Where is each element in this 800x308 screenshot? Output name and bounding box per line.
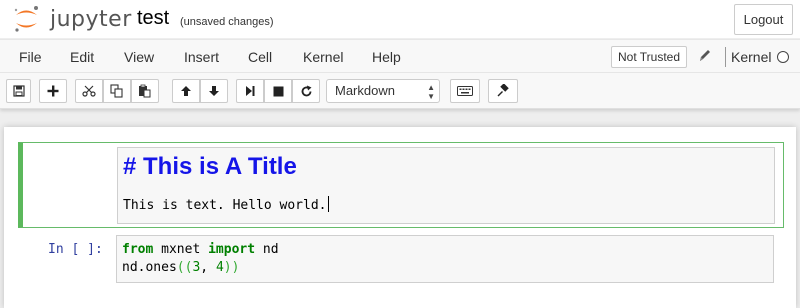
keyboard-shortcuts-button[interactable]	[450, 79, 480, 103]
toolbar: Markdown ▲ ▼	[0, 73, 800, 109]
stop-icon	[273, 86, 283, 96]
cut-button[interactable]	[75, 79, 103, 103]
input-prompt: In [ ]:	[48, 242, 103, 257]
markdown-text-line: This is text. Hello world.	[123, 196, 329, 213]
move-down-icon	[209, 86, 219, 96]
jupyter-logo-icon	[14, 6, 38, 32]
run-button[interactable]	[236, 79, 264, 103]
cell-type-select[interactable]: Markdown ▲ ▼	[326, 79, 440, 103]
menu-edit[interactable]: Edit	[70, 49, 94, 65]
move-down-button[interactable]	[200, 79, 228, 103]
markdown-text-content: This is text. Hello world.	[123, 198, 327, 213]
jupyter-logo-text: jupyter	[50, 7, 132, 32]
menu-view[interactable]: View	[124, 49, 154, 65]
logout-button[interactable]: Logout	[734, 4, 793, 35]
copy-button[interactable]	[103, 79, 131, 103]
code-cell[interactable]: In [ ]: from mxnet import nd nd.ones((3,…	[18, 233, 784, 287]
run-icon	[246, 86, 255, 96]
code-keyword-from: from	[122, 242, 154, 257]
code-comma: ,	[200, 260, 216, 275]
notebook-name[interactable]: test	[137, 7, 169, 30]
code-module-name: mxnet	[153, 242, 209, 257]
menubar-divider	[725, 47, 726, 67]
save-status: (unsaved changes)	[180, 16, 274, 28]
cut-icon	[82, 85, 96, 97]
notebook-container: # This is A Title This is text. Hello wo…	[4, 127, 796, 308]
menu-insert[interactable]: Insert	[184, 49, 219, 65]
menu-cell[interactable]: Cell	[248, 49, 272, 65]
insert-cell-button[interactable]	[39, 79, 67, 103]
menu-kernel[interactable]: Kernel	[303, 49, 343, 65]
markdown-editor[interactable]: # This is A Title This is text. Hello wo…	[117, 147, 775, 224]
interrupt-button[interactable]	[264, 79, 292, 103]
move-up-button[interactable]	[172, 79, 200, 103]
kernel-name: Kernel	[731, 49, 772, 65]
keyboard-icon	[457, 86, 473, 96]
code-import-name: nd	[255, 242, 279, 257]
add-cell-icon	[47, 85, 59, 97]
code-number-2: 4	[215, 260, 224, 275]
restart-button[interactable]	[292, 79, 320, 103]
not-trusted-button[interactable]: Not Trusted	[611, 46, 687, 68]
copy-icon	[110, 84, 123, 98]
paste-icon	[139, 84, 151, 98]
command-palette-icon	[497, 84, 509, 97]
markdown-cell[interactable]: # This is A Title This is text. Hello wo…	[18, 142, 784, 228]
menubar: File Edit View Insert Cell Kernel Help N…	[0, 39, 800, 73]
save-button[interactable]	[6, 79, 31, 103]
code-call: nd.ones	[122, 260, 177, 275]
code-editor[interactable]: from mxnet import nd nd.ones((3, 4))	[116, 235, 774, 283]
jupyter-logo[interactable]: jupyter	[12, 4, 131, 34]
header: jupyter test (unsaved changes) Logout	[0, 0, 800, 38]
text-cursor	[327, 196, 329, 212]
save-icon	[12, 85, 25, 97]
command-palette-button[interactable]	[488, 79, 518, 103]
select-arrows-icon: ▲ ▼	[427, 83, 435, 101]
pencil-icon[interactable]	[697, 47, 713, 65]
markdown-heading-line: # This is A Title	[123, 153, 297, 180]
code-open-parens: ((	[176, 260, 193, 275]
menu-help[interactable]: Help	[372, 49, 401, 65]
paste-button[interactable]	[131, 79, 159, 103]
code-keyword-import: import	[208, 242, 256, 257]
code-close-parens: ))	[223, 260, 240, 275]
menu-file[interactable]: File	[19, 49, 42, 65]
cell-type-value: Markdown	[335, 83, 395, 98]
restart-icon	[301, 85, 311, 96]
move-up-icon	[181, 86, 191, 96]
kernel-idle-indicator-icon	[777, 51, 789, 63]
